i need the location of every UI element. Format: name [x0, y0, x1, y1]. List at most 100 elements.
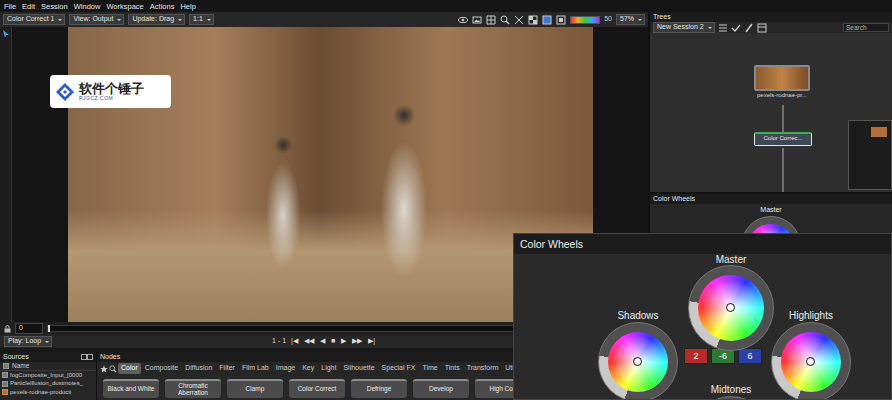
category-tab[interactable]: Filter — [216, 363, 238, 373]
watermark: 软件个锤子 RJGCZ.COM — [50, 75, 171, 108]
watermark-logo-icon — [55, 82, 75, 102]
hue-disc[interactable] — [781, 332, 842, 393]
menu-item[interactable]: Edit — [22, 2, 35, 11]
brush-icon[interactable] — [744, 23, 754, 33]
menu-item[interactable]: Workspace — [106, 2, 143, 11]
lock-icon[interactable] — [4, 325, 11, 333]
category-tab[interactable]: Diffusion — [182, 363, 215, 373]
list-icon[interactable] — [718, 23, 728, 33]
view-dropdown[interactable]: View: Output — [69, 14, 124, 25]
wheel-label: Highlights — [789, 310, 833, 322]
zoom-dropdown[interactable]: 57% — [616, 14, 645, 25]
transport-button[interactable]: ■ — [330, 337, 336, 345]
layout-icon[interactable] — [757, 23, 767, 33]
wheel-label: Shadows — [617, 310, 658, 322]
ratio-dropdown[interactable]: 1:1 — [189, 14, 214, 25]
sources-panel: Sources Name fogComposite_Input_[0000Par… — [0, 352, 97, 400]
source-row[interactable]: pexels-rodnae-producti — [0, 388, 96, 397]
source-row[interactable]: fogComposite_Input_[0000 — [0, 371, 96, 380]
sequence-icon — [2, 372, 8, 378]
color-ramp[interactable] — [570, 16, 600, 24]
hue-disc[interactable] — [608, 332, 669, 393]
category-tab[interactable]: Color — [118, 363, 141, 373]
session-dropdown[interactable]: New Session 2 — [653, 22, 715, 33]
tree-search-field[interactable] — [843, 23, 889, 32]
star-icon[interactable] — [100, 365, 108, 373]
node-button[interactable]: Color Correct — [289, 379, 345, 398]
transport-button[interactable]: ◀◀ — [303, 337, 315, 345]
transport-button[interactable]: ▶ — [340, 337, 347, 345]
category-tab[interactable]: Image — [273, 363, 298, 373]
wheel-knob[interactable] — [806, 357, 815, 366]
color-wheels-title: Color Wheels — [653, 195, 695, 203]
channel-value[interactable]: 6 — [738, 348, 762, 364]
panel-controls-icon[interactable] — [81, 354, 93, 360]
graph-minimap[interactable] — [848, 120, 892, 190]
checker-icon[interactable] — [528, 15, 538, 25]
category-tab[interactable]: Time — [419, 363, 440, 373]
category-tab[interactable]: Special FX — [379, 363, 419, 373]
node-button[interactable]: Chromatic Aberration — [165, 379, 221, 398]
menu-item[interactable]: Session — [41, 2, 68, 11]
transport-button[interactable]: |◀ — [290, 337, 299, 345]
source-node[interactable]: pexels-rodnae-pr... — [754, 65, 810, 99]
category-tab[interactable]: Film Lab — [239, 363, 272, 373]
zoom-title: Color Wheels — [520, 238, 583, 251]
menu-item[interactable]: Actions — [150, 2, 175, 11]
channel-icon[interactable] — [556, 15, 566, 25]
channel-value[interactable]: 2 — [684, 348, 708, 364]
arrow-tool-icon[interactable] — [2, 30, 10, 39]
trees-title: Trees — [653, 13, 671, 21]
wheel-knob[interactable] — [633, 357, 642, 366]
transport-button[interactable]: ▶| — [367, 337, 376, 345]
check-icon[interactable] — [731, 23, 741, 33]
frame-field[interactable]: 0 — [15, 323, 43, 333]
category-tab[interactable]: Transform — [464, 363, 502, 373]
grid-icon[interactable] — [486, 15, 496, 25]
category-tab[interactable]: Silhouette — [340, 363, 377, 373]
color-wheel[interactable] — [691, 396, 771, 400]
effect-node[interactable]: Color Correc... — [754, 132, 812, 146]
transport-button[interactable]: ▶▶ — [351, 337, 363, 345]
hue-disc[interactable] — [698, 275, 764, 341]
color-wheel[interactable] — [771, 322, 851, 400]
update-dropdown[interactable]: Update: Drag — [128, 14, 185, 25]
category-tab[interactable]: Composite — [142, 363, 181, 373]
source-name: ParticleIllusion_dustmotes_ — [10, 380, 83, 387]
magnifier-icon[interactable] — [500, 15, 510, 25]
color-wheels-zoom: Color Wheels 2-66 MasterShadowsHighlight… — [513, 233, 892, 400]
exposure-value[interactable]: 50 — [604, 15, 612, 23]
expand-icon[interactable] — [514, 15, 524, 25]
playhead[interactable] — [48, 325, 50, 332]
play-mode-dropdown[interactable]: Play: Loop — [4, 336, 52, 347]
source-row[interactable]: ParticleIllusion_dustmotes_ — [0, 380, 96, 389]
category-tab[interactable]: Key — [299, 363, 317, 373]
wheel-knob[interactable] — [726, 303, 735, 312]
node-button[interactable]: Black and White — [103, 379, 159, 398]
node-thumbnail — [754, 65, 810, 91]
menu-item[interactable]: Help — [180, 2, 195, 11]
search-icon[interactable] — [109, 365, 117, 373]
category-tab[interactable]: Light — [318, 363, 339, 373]
nodes-title: Nodes — [100, 353, 120, 361]
menu-bar: File Edit Session Window Workspace Actions Hel… — [0, 0, 892, 12]
overlay-icon[interactable] — [542, 15, 552, 25]
frame-range: 1 - 1 — [272, 337, 286, 345]
node-graph[interactable]: pexels-rodnae-pr... Color Correc... — [650, 33, 892, 192]
node-button[interactable]: Defringe — [351, 379, 407, 398]
select-all-box[interactable] — [3, 363, 9, 369]
menu-item[interactable]: File — [4, 2, 16, 11]
color-wheel[interactable] — [598, 322, 678, 400]
category-tab[interactable]: Tints — [442, 363, 463, 373]
master-wheel-label: Master — [650, 206, 892, 214]
node-button[interactable]: Develop — [413, 379, 469, 398]
eye-icon[interactable] — [458, 15, 468, 25]
name-column-header[interactable]: Name — [12, 362, 29, 370]
node-dropdown[interactable]: Color Correct 1 — [3, 14, 65, 25]
node-button[interactable]: Clamp — [227, 379, 283, 398]
image-icon[interactable] — [472, 15, 482, 25]
transport-button[interactable]: ◀ — [319, 337, 326, 345]
image-icon — [2, 389, 8, 395]
menu-item[interactable]: Window — [74, 2, 101, 11]
color-wheel[interactable] — [688, 265, 774, 351]
